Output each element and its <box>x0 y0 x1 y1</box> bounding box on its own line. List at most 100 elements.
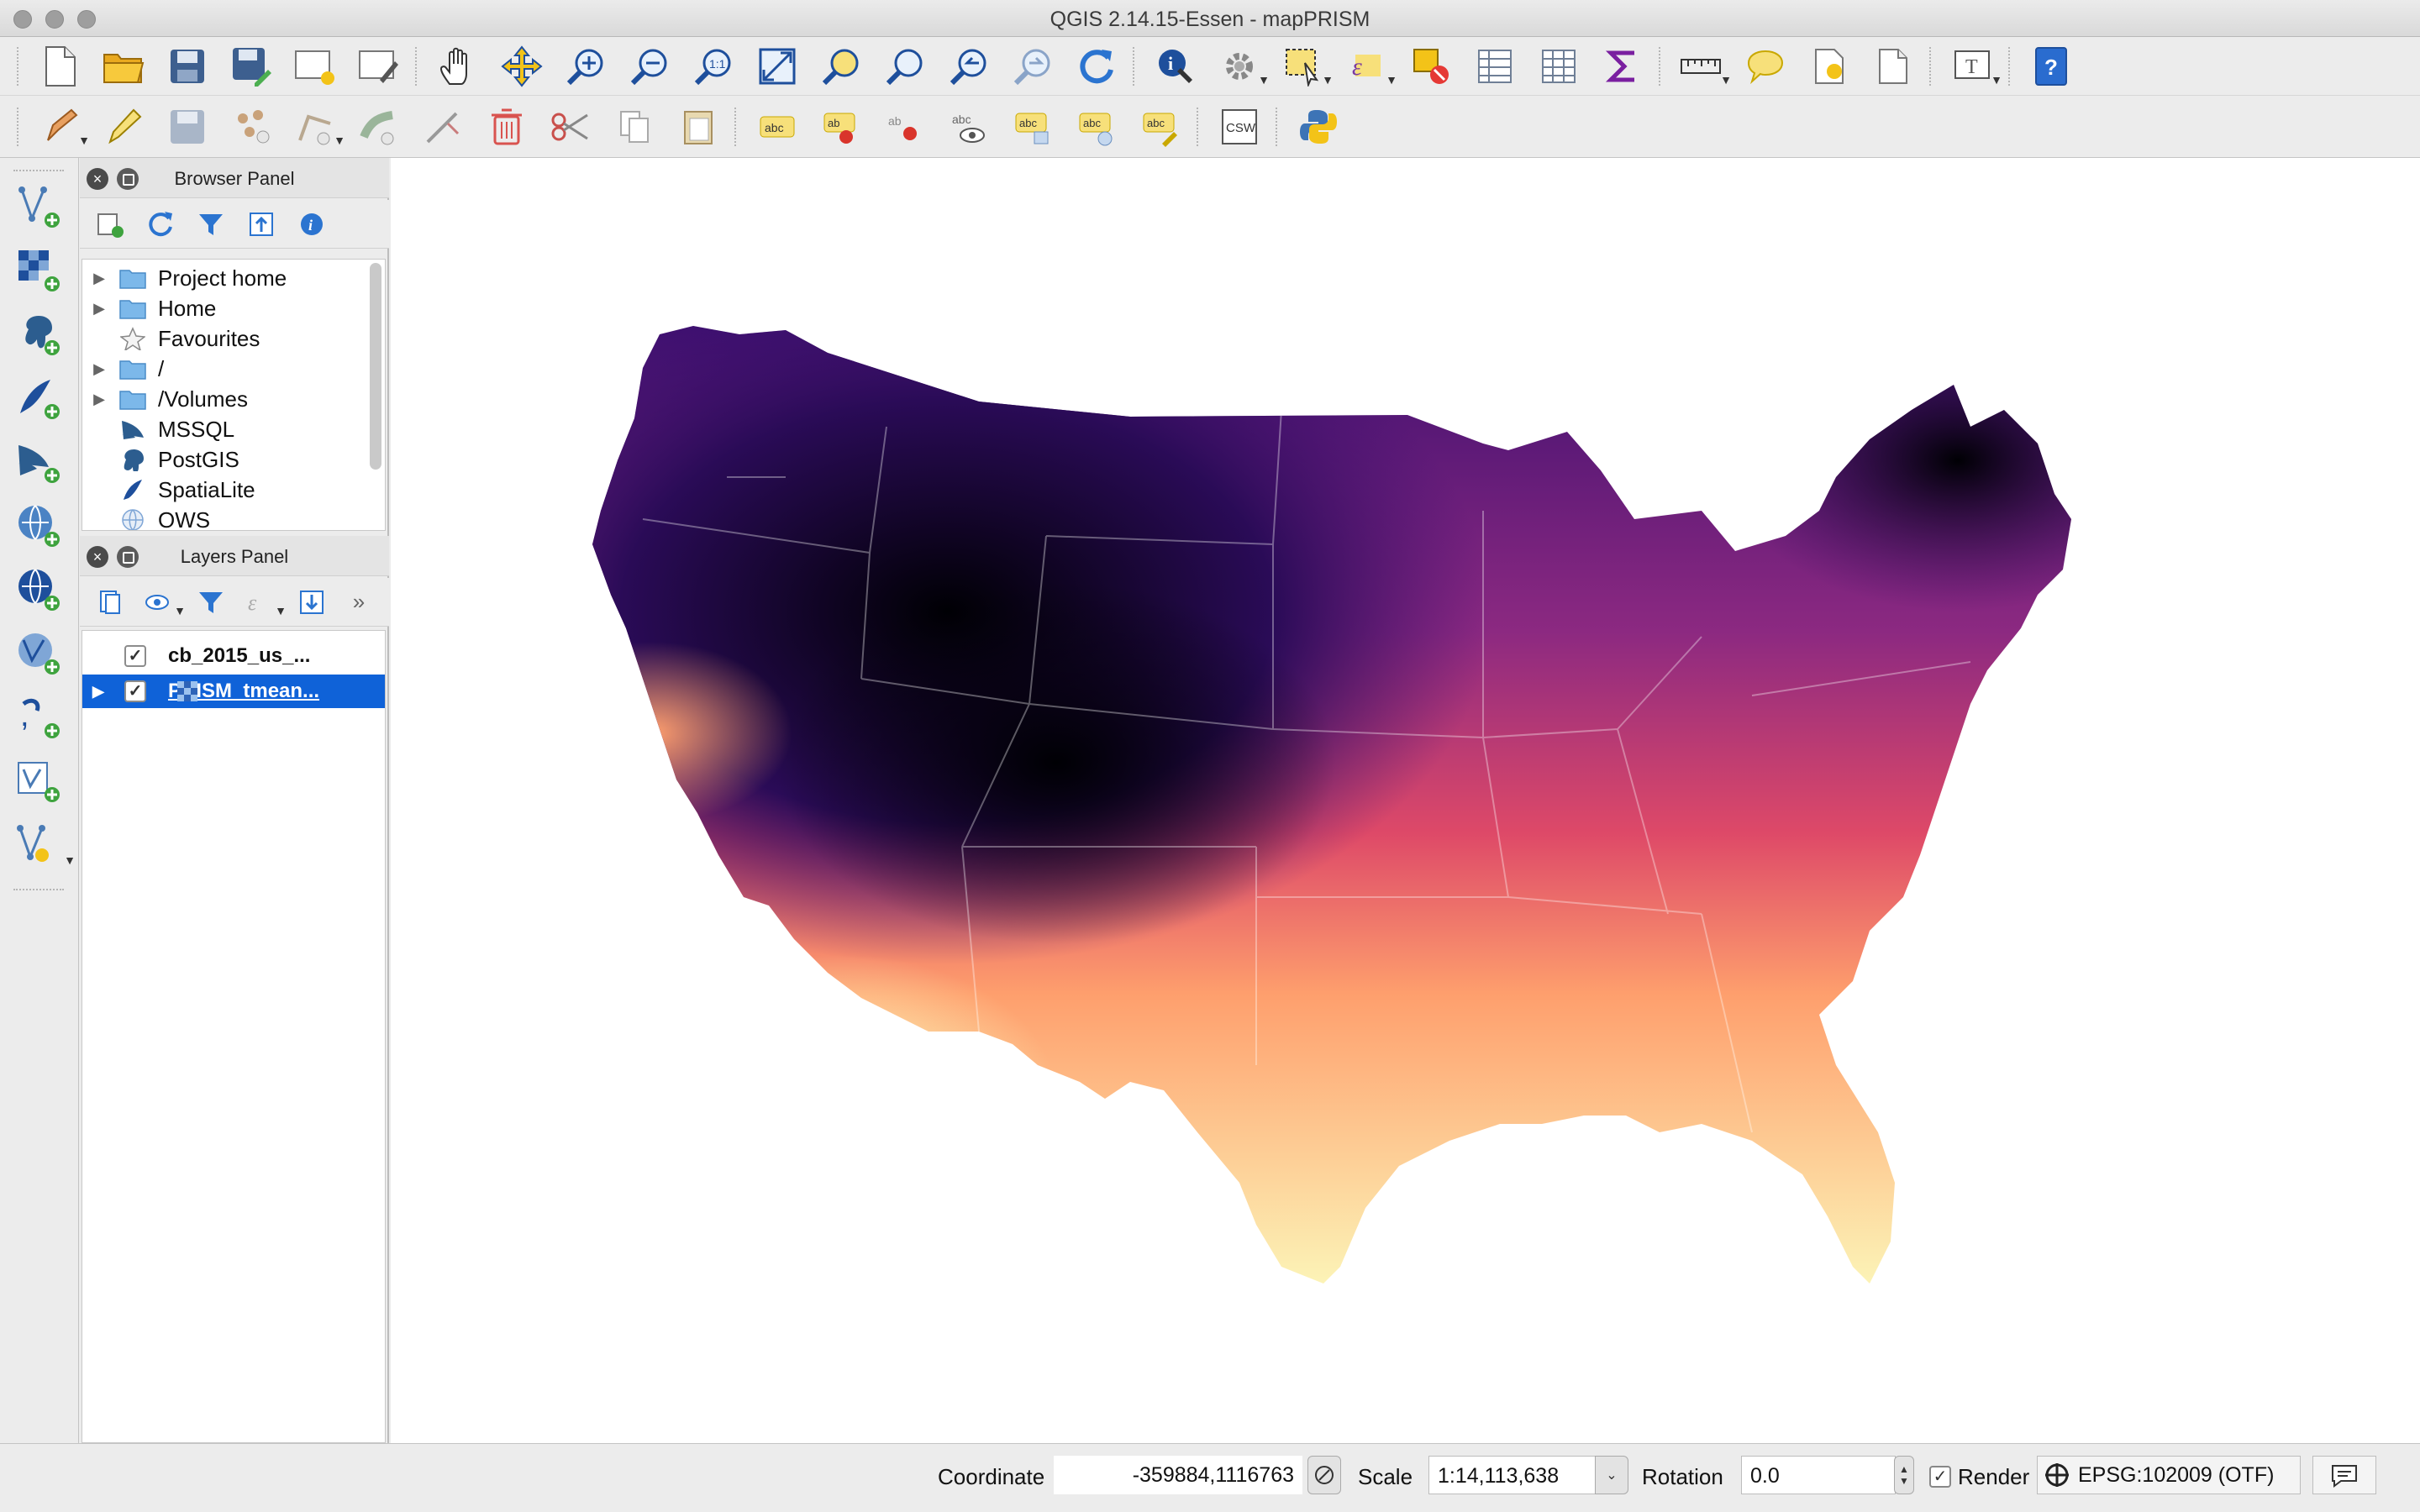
layer-visibility-checkbox[interactable]: ✓ <box>124 645 146 667</box>
chevron-down-icon[interactable]: ▼ <box>1720 73 1732 87</box>
delete-selected-icon[interactable] <box>481 102 532 152</box>
expand-arrow-icon[interactable]: ▶ <box>82 300 116 318</box>
pan-to-selection-icon[interactable] <box>497 41 547 92</box>
properties-info-icon[interactable]: i <box>292 204 332 244</box>
map-canvas[interactable] <box>391 158 2420 1443</box>
browser-item-root[interactable]: ▶ / <box>82 354 366 384</box>
chevron-down-icon[interactable]: ▼ <box>1386 73 1397 87</box>
chevron-down-icon[interactable]: ▼ <box>64 853 76 867</box>
add-feature-icon[interactable] <box>226 102 276 152</box>
rotation-spinbox[interactable]: 0.0 <box>1741 1456 1896 1494</box>
chevron-down-icon[interactable]: ▼ <box>78 134 90 147</box>
browser-item-volumes[interactable]: ▶ /Volumes <box>82 384 366 414</box>
browser-item-favourites[interactable]: Favourites <box>82 323 366 354</box>
add-group-icon[interactable] <box>90 582 130 622</box>
toolbar-grip[interactable] <box>1197 108 1202 146</box>
toolbar-grip[interactable] <box>734 108 739 146</box>
open-project-icon[interactable] <box>98 41 149 92</box>
new-shapefile-layer-icon[interactable]: ▼ <box>12 818 76 872</box>
toolbar-grip[interactable] <box>415 46 420 86</box>
refresh-icon[interactable] <box>140 204 181 244</box>
crs-button[interactable]: EPSG:102009 (OTF) <box>2037 1456 2301 1494</box>
collapse-all-icon[interactable] <box>241 204 281 244</box>
toolbar-grip[interactable] <box>13 889 64 894</box>
show-bookmarks-icon[interactable] <box>1868 41 1918 92</box>
messages-button[interactable] <box>2312 1456 2376 1494</box>
coordinate-field[interactable]: -359884,1116763 <box>1054 1456 1302 1494</box>
filter-legend-icon[interactable] <box>191 582 231 622</box>
zoom-last-icon[interactable] <box>944 41 994 92</box>
statistical-summary-icon[interactable] <box>1597 41 1648 92</box>
filter-icon[interactable] <box>191 204 231 244</box>
rotate-label-icon[interactable]: abc <box>1071 102 1122 152</box>
highlight-pinned-labels-icon[interactable]: ab <box>880 102 930 152</box>
help-icon[interactable]: ? <box>2026 41 2076 92</box>
toolbar-grip[interactable] <box>1929 46 1934 86</box>
save-edits-icon[interactable] <box>162 102 213 152</box>
move-label-icon[interactable]: abc <box>1007 102 1058 152</box>
select-features-icon[interactable]: ▼ <box>1278 41 1334 92</box>
browser-item-mssql[interactable]: MSSQL <box>82 414 366 444</box>
chevron-down-icon[interactable]: ▼ <box>1991 73 2002 87</box>
add-postgis-layer-icon[interactable] <box>12 307 66 361</box>
layer-row[interactable]: ▶ ✓ PRISM_tmean... <box>82 675 385 708</box>
browser-item-spatialite[interactable]: SpatiaLite <box>82 475 366 505</box>
chevron-down-icon[interactable]: ▼ <box>174 604 186 617</box>
chevron-down-icon[interactable]: ▼ <box>1258 73 1270 87</box>
save-project-icon[interactable] <box>162 41 213 92</box>
chevron-down-icon[interactable]: ▼ <box>275 604 287 617</box>
csw-icon[interactable]: CSW <box>1214 102 1265 152</box>
zoom-actual-size-icon[interactable]: 1:1 <box>688 41 739 92</box>
toolbar-grip[interactable] <box>17 46 22 86</box>
add-wfs-layer-icon[interactable] <box>12 627 66 680</box>
filter-by-expression-icon[interactable]: ε ▼ <box>241 582 287 622</box>
toolbar-grip[interactable] <box>1659 46 1664 86</box>
toolbar-grip[interactable] <box>17 108 22 146</box>
add-raster-layer-icon[interactable] <box>12 244 66 297</box>
expand-arrow-icon[interactable]: ▶ <box>82 270 116 287</box>
browser-item-home[interactable]: ▶ Home <box>82 293 366 323</box>
copy-features-icon[interactable] <box>609 102 660 152</box>
change-label-icon[interactable]: abc <box>1135 102 1186 152</box>
add-virtual-layer-icon[interactable] <box>12 754 66 808</box>
select-by-expression-icon[interactable]: ε ▼ <box>1342 41 1397 92</box>
chevron-down-icon[interactable]: ▼ <box>1322 73 1334 87</box>
attribute-table-icon[interactable] <box>1470 41 1520 92</box>
save-project-as-icon[interactable] <box>226 41 276 92</box>
current-edits-icon[interactable]: ▼ <box>34 102 90 152</box>
browser-item-postgis[interactable]: PostGIS <box>82 444 366 475</box>
layer-visibility-checkbox[interactable]: ✓ <box>124 680 146 702</box>
cut-features-icon[interactable] <box>545 102 596 152</box>
toggle-editing-icon[interactable] <box>98 102 149 152</box>
extents-toggle-icon[interactable] <box>1307 1456 1341 1494</box>
measure-line-icon[interactable]: ▼ <box>1676 41 1732 92</box>
rotation-stepper-icon[interactable]: ▲ ▼ <box>1894 1456 1914 1494</box>
add-delimited-text-layer-icon[interactable]: , <box>12 690 66 744</box>
move-feature-icon[interactable]: ▼ <box>290 102 345 152</box>
add-mssql-layer-icon[interactable] <box>12 435 66 489</box>
new-bookmark-icon[interactable] <box>1804 41 1854 92</box>
map-tips-icon[interactable] <box>1740 41 1791 92</box>
node-tool-icon[interactable] <box>354 102 404 152</box>
edit-nodes-icon[interactable] <box>418 102 468 152</box>
add-spatialite-layer-icon[interactable] <box>12 371 66 425</box>
expand-arrow-icon[interactable]: ▶ <box>82 391 116 408</box>
add-wms-layer-icon[interactable] <box>12 499 66 553</box>
browser-item-project-home[interactable]: ▶ Project home <box>82 263 366 293</box>
composer-manager-icon[interactable] <box>354 41 404 92</box>
manage-visibility-icon[interactable]: ▼ <box>140 582 186 622</box>
browser-scrollbar[interactable] <box>370 263 381 470</box>
add-wcs-layer-icon[interactable] <box>12 563 66 617</box>
new-print-composer-icon[interactable] <box>290 41 340 92</box>
zoom-next-icon[interactable] <box>1007 41 1058 92</box>
paste-features-icon[interactable] <box>673 102 723 152</box>
render-checkbox[interactable]: ✓ <box>1929 1466 1951 1488</box>
zoom-to-layer-icon[interactable] <box>880 41 930 92</box>
add-vector-layer-icon[interactable] <box>12 180 66 234</box>
refresh-icon[interactable] <box>1071 41 1122 92</box>
chevron-down-icon[interactable]: ▼ <box>334 134 345 147</box>
expand-all-icon[interactable] <box>292 582 332 622</box>
toolbar-grip[interactable] <box>13 170 64 175</box>
show-hide-labels-icon[interactable]: abc <box>944 102 994 152</box>
toolbar-grip[interactable] <box>2008 46 2013 86</box>
